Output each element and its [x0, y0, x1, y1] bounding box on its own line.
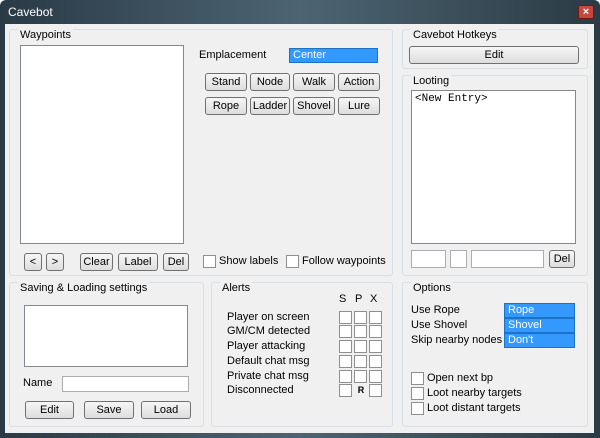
- settings-list[interactable]: [24, 305, 188, 367]
- looting-list[interactable]: <New Entry>: [411, 90, 576, 244]
- alert-default-chat-p-checkbox[interactable]: [354, 355, 367, 368]
- alert-gm-detected-label: GM/CM detected: [227, 325, 311, 337]
- alert-gm-detected-p-checkbox[interactable]: [354, 325, 367, 338]
- alert-private-chat-x-checkbox[interactable]: [369, 370, 382, 383]
- alert-player-attacking-s-checkbox[interactable]: [339, 340, 352, 353]
- prev-waypoint-button[interactable]: <: [24, 253, 42, 271]
- saving-title: Saving & Loading settings: [18, 282, 150, 294]
- alert-private-chat-p-checkbox[interactable]: [354, 370, 367, 383]
- title-bar[interactable]: Cavebot ×: [0, 0, 600, 24]
- alert-gm-detected-x-checkbox[interactable]: [369, 325, 382, 338]
- action-button[interactable]: Action: [338, 73, 380, 91]
- alert-private-chat-label: Private chat msg: [227, 370, 309, 382]
- alert-disconnected-s-checkbox[interactable]: [339, 384, 352, 397]
- next-waypoint-button[interactable]: >: [46, 253, 64, 271]
- show-labels-label: Show labels: [219, 255, 279, 267]
- alerts-col-p: P: [355, 293, 363, 305]
- alert-player-on-screen-p-checkbox[interactable]: [354, 311, 367, 324]
- use-rope-label: Use Rope: [411, 304, 460, 316]
- use-shovel-select[interactable]: Shovel: [504, 318, 575, 333]
- looting-title: Looting: [411, 75, 452, 87]
- ladder-button[interactable]: Ladder: [250, 97, 290, 115]
- rope-button[interactable]: Rope: [205, 97, 247, 115]
- loot-distant-label: Loot distant targets: [427, 402, 521, 414]
- stand-button[interactable]: Stand: [205, 73, 247, 91]
- alert-default-chat-x-checkbox[interactable]: [369, 355, 382, 368]
- saving-group: Saving & Loading settings Name Edit Save…: [9, 282, 204, 427]
- hotkeys-title: Cavebot Hotkeys: [411, 29, 499, 41]
- alert-player-on-screen-x-checkbox[interactable]: [369, 311, 382, 324]
- open-next-bp-checkbox[interactable]: [411, 372, 424, 385]
- walk-button[interactable]: Walk: [293, 73, 335, 91]
- alert-player-on-screen-s-checkbox[interactable]: [339, 311, 352, 324]
- label-button[interactable]: Label: [118, 253, 158, 271]
- client-area: Waypoints Emplacement Center Stand Node …: [5, 24, 594, 433]
- hotkeys-group: Cavebot Hotkeys Edit: [402, 29, 588, 69]
- alerts-col-x: X: [370, 293, 378, 305]
- alert-disconnected-label: Disconnected: [227, 384, 294, 396]
- settings-load-button[interactable]: Load: [141, 401, 191, 419]
- window-title: Cavebot: [8, 5, 53, 19]
- alerts-group: Alerts S P X Player on screen GM/CM dete…: [211, 282, 393, 427]
- follow-waypoints-checkbox[interactable]: [286, 255, 299, 268]
- alert-disconnected-r-mark: R: [357, 385, 365, 395]
- alert-gm-detected-s-checkbox[interactable]: [339, 325, 352, 338]
- loot-delete-button[interactable]: Del: [549, 250, 575, 268]
- skip-nodes-label: Skip nearby nodes: [411, 334, 503, 346]
- waypoints-list[interactable]: [20, 45, 184, 244]
- lure-button[interactable]: Lure: [338, 97, 380, 115]
- use-rope-select[interactable]: Rope: [504, 303, 575, 318]
- alerts-title: Alerts: [220, 282, 253, 294]
- node-button[interactable]: Node: [250, 73, 290, 91]
- alert-default-chat-label: Default chat msg: [227, 355, 310, 367]
- settings-save-button[interactable]: Save: [84, 401, 134, 419]
- use-shovel-label: Use Shovel: [411, 319, 468, 331]
- options-group: Options Use Rope Rope Use Shovel Shovel …: [402, 282, 588, 427]
- loot-nearby-label: Loot nearby targets: [427, 387, 522, 399]
- looting-group: Looting <New Entry> Del: [402, 75, 588, 276]
- options-title: Options: [411, 282, 453, 294]
- alert-player-on-screen-label: Player on screen: [227, 311, 310, 323]
- emplacement-select[interactable]: Center: [289, 48, 378, 63]
- hotkeys-edit-button[interactable]: Edit: [409, 46, 579, 64]
- alert-disconnected-x-checkbox[interactable]: [369, 384, 382, 397]
- alert-player-attacking-label: Player attacking: [227, 340, 306, 352]
- waypoints-group: Waypoints Emplacement Center Stand Node …: [9, 29, 393, 276]
- open-next-bp-label: Open next bp: [427, 372, 494, 384]
- clear-button[interactable]: Clear: [80, 253, 113, 271]
- waypoints-title: Waypoints: [18, 29, 73, 41]
- alert-player-attacking-p-checkbox[interactable]: [354, 340, 367, 353]
- alert-player-attacking-x-checkbox[interactable]: [369, 340, 382, 353]
- follow-waypoints-label: Follow waypoints: [302, 255, 386, 267]
- delete-waypoint-button[interactable]: Del: [163, 253, 189, 271]
- loot-item-field[interactable]: [411, 250, 446, 268]
- alert-private-chat-s-checkbox[interactable]: [339, 370, 352, 383]
- emplacement-label: Emplacement: [199, 49, 267, 61]
- name-input[interactable]: [62, 376, 189, 392]
- settings-edit-button[interactable]: Edit: [25, 401, 74, 419]
- loot-nearby-checkbox[interactable]: [411, 387, 424, 400]
- alert-default-chat-s-checkbox[interactable]: [339, 355, 352, 368]
- skip-nodes-select[interactable]: Don't: [504, 333, 575, 348]
- loot-name-field[interactable]: [471, 250, 544, 268]
- loot-container-field[interactable]: [450, 250, 467, 268]
- cavebot-window: Cavebot × Waypoints Emplacement Center S…: [0, 0, 600, 438]
- shovel-button[interactable]: Shovel: [293, 97, 335, 115]
- looting-entry[interactable]: <New Entry>: [415, 93, 572, 105]
- alerts-col-s: S: [339, 293, 347, 305]
- close-icon[interactable]: ×: [578, 5, 594, 19]
- name-label: Name: [23, 377, 53, 389]
- loot-distant-checkbox[interactable]: [411, 402, 424, 415]
- show-labels-checkbox[interactable]: [203, 255, 216, 268]
